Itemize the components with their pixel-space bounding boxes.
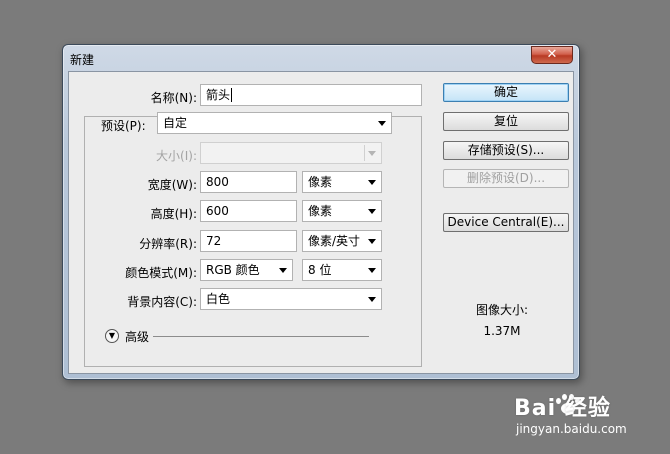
new-document-dialog: 新建 ✕ 名称(N): 箭头 预设(P): 自定 大小(I): 宽度(W): 8… xyxy=(62,44,580,380)
background-label: 背景内容(C): xyxy=(127,295,197,309)
size-label: 大小(I): xyxy=(156,149,197,163)
image-size-title: 图像大小: xyxy=(475,303,529,317)
dialog-client-area: 名称(N): 箭头 预设(P): 自定 大小(I): 宽度(W): 800 像素… xyxy=(68,71,574,374)
height-unit-value: 像素 xyxy=(308,204,333,218)
preset-label: 预设(P): xyxy=(99,117,159,134)
height-label: 高度(H): xyxy=(150,207,197,221)
watermark-brand: Bai 经验 xyxy=(514,396,611,421)
chevron-down-icon xyxy=(368,268,376,273)
chevron-down-icon xyxy=(368,151,376,156)
color-mode-label: 颜色模式(M): xyxy=(125,266,197,280)
watermark-url: jingyan.baidu.com xyxy=(516,422,627,436)
text-cursor xyxy=(231,88,232,102)
size-select[interactable] xyxy=(200,142,382,164)
delete-preset-button[interactable]: 删除预设(D)... xyxy=(443,169,569,188)
chevron-down-icon xyxy=(368,239,376,244)
width-input[interactable]: 800 xyxy=(200,171,297,193)
resolution-unit-select[interactable]: 像素/英寸 xyxy=(302,230,382,252)
height-unit-select[interactable]: 像素 xyxy=(302,200,382,222)
preset-select[interactable]: 自定 xyxy=(157,112,392,134)
save-preset-button[interactable]: 存储预设(S)... xyxy=(443,141,569,160)
background-value: 白色 xyxy=(206,292,231,306)
resolution-unit-value: 像素/英寸 xyxy=(308,234,361,248)
preset-value: 自定 xyxy=(163,116,188,130)
width-unit-select[interactable]: 像素 xyxy=(302,171,382,193)
baidu-jingyan-watermark: Bai 经验 jingyan.baidu.com xyxy=(514,382,664,444)
chevron-down-icon xyxy=(378,121,386,126)
color-mode-value: RGB 颜色 xyxy=(206,263,260,277)
name-label: 名称(N): xyxy=(150,91,197,105)
bit-depth-value: 8 位 xyxy=(308,263,332,277)
chevron-down-icon xyxy=(368,297,376,302)
resolution-label: 分辨率(R): xyxy=(139,237,197,251)
width-unit-value: 像素 xyxy=(308,175,333,189)
bit-depth-select[interactable]: 8 位 xyxy=(302,259,382,281)
close-button[interactable]: ✕ xyxy=(531,46,573,64)
ok-button[interactable]: 确定 xyxy=(443,83,569,102)
expand-circle-icon[interactable]: ▼ xyxy=(105,329,119,343)
advanced-toggle-label[interactable]: 高级 xyxy=(125,328,149,345)
chevron-down-icon xyxy=(279,268,287,273)
advanced-divider xyxy=(153,336,369,337)
chevron-down-icon xyxy=(368,180,376,185)
device-central-button[interactable]: Device Central(E)... xyxy=(443,213,569,232)
reset-button[interactable]: 复位 xyxy=(443,112,569,131)
select-divider xyxy=(364,145,365,161)
close-icon: ✕ xyxy=(546,47,558,62)
image-size-value: 1.37M xyxy=(483,324,521,338)
name-input[interactable]: 箭头 xyxy=(200,84,422,106)
width-label: 宽度(W): xyxy=(147,178,197,192)
color-mode-select[interactable]: RGB 颜色 xyxy=(200,259,293,281)
height-input[interactable]: 600 xyxy=(200,200,297,222)
chevron-down-icon xyxy=(368,209,376,214)
resolution-input[interactable]: 72 xyxy=(200,230,297,252)
background-select[interactable]: 白色 xyxy=(200,288,382,310)
dialog-title: 新建 xyxy=(70,53,95,67)
name-value: 箭头 xyxy=(206,88,231,102)
